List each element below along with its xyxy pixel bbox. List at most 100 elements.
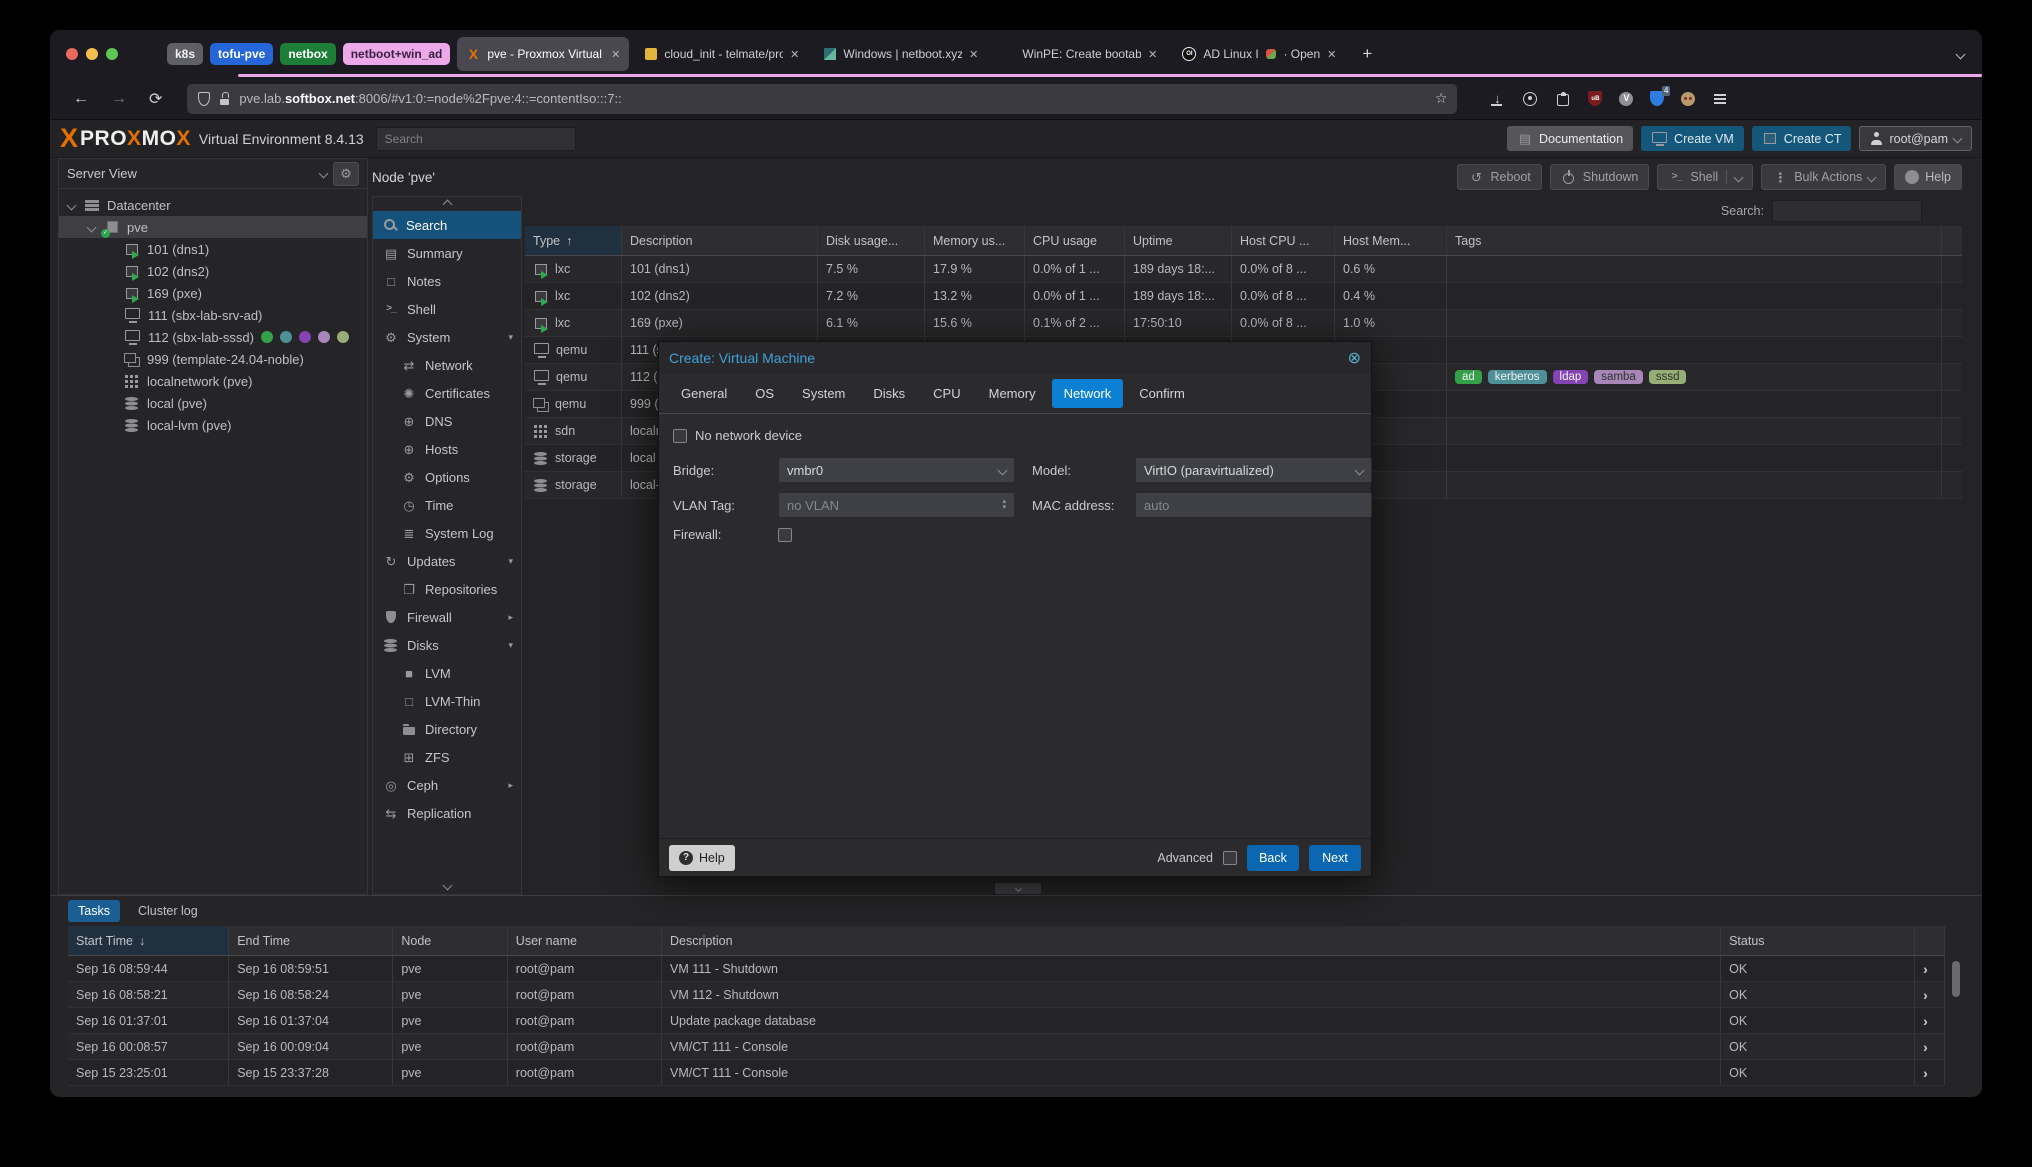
new-tab-button[interactable]: + xyxy=(1352,44,1382,64)
task-row[interactable]: Sep 16 08:59:44 Sep 16 08:59:51 pve root@pa… xyxy=(68,956,1945,982)
create-vm-button[interactable]: Create VM xyxy=(1641,126,1744,151)
spinner-icons[interactable]: ▴ ▾ xyxy=(1002,498,1006,511)
close-icon[interactable]: ⊗ xyxy=(1348,348,1361,368)
forward-icon[interactable]: → xyxy=(100,90,138,108)
shutdown-button[interactable]: Shutdown xyxy=(1549,164,1650,190)
dialog-tab-confirm[interactable]: Confirm xyxy=(1127,379,1197,408)
nav-item-system-log[interactable]: ≣ System Log xyxy=(373,519,521,547)
column-header-user-name[interactable]: User name xyxy=(508,926,663,955)
column-header-memory-us-[interactable]: Memory us... xyxy=(925,226,1025,255)
global-search-input[interactable] xyxy=(375,126,576,151)
chevron-right-icon[interactable]: › xyxy=(1923,1065,1928,1081)
bookmark-star-icon[interactable]: ☆ xyxy=(1435,90,1448,107)
tree-item-169[interactable]: 169 (pxe) xyxy=(59,282,367,304)
table-row[interactable]: lxc 169 (pxe) 6.1 % 15.6 % 0.1% of 2 ... 17:5… xyxy=(525,310,1962,337)
nav-item-time[interactable]: ◷ Time xyxy=(373,491,521,519)
nav-item-search[interactable]: Search xyxy=(373,211,521,239)
nav-item-firewall[interactable]: Firewall ▸ xyxy=(373,603,521,631)
tab-windows[interactable]: Windows | netboot.xyz ✕ xyxy=(815,37,987,71)
scroll-up-hint[interactable] xyxy=(373,197,521,211)
dialog-tab-cpu[interactable]: CPU xyxy=(921,379,972,408)
table-search-input[interactable] xyxy=(1772,200,1922,222)
column-header-node[interactable]: Node xyxy=(393,926,508,955)
expand-cell[interactable]: › xyxy=(1915,1034,1945,1059)
nav-item-replication[interactable]: ⇆ Replication xyxy=(373,799,521,827)
create-ct-button[interactable]: Create CT xyxy=(1751,126,1852,151)
nav-item-ceph[interactable]: ◎ Ceph ▸ xyxy=(373,771,521,799)
model-select[interactable]: VirtIO (paravirtualized) xyxy=(1135,457,1372,483)
nav-item-notes[interactable]: □ Notes xyxy=(373,267,521,295)
reload-icon[interactable]: ⟳ xyxy=(138,89,173,109)
nav-item-system[interactable]: ⚙ System ▾ xyxy=(373,323,521,351)
dialog-tab-os[interactable]: OS xyxy=(743,379,786,408)
column-header-start-time[interactable]: Start Time ↓ xyxy=(68,926,230,955)
menu-icon[interactable] xyxy=(1712,91,1728,106)
tab-adlinux[interactable]: OI AD Linux Integration · Open ✕ xyxy=(1173,37,1345,71)
url-bar[interactable]: pve.lab.softbox.net:8006/#v1:0:=node%2Fp… xyxy=(187,83,1458,114)
minimize-window-button[interactable] xyxy=(86,48,98,60)
nav-item-updates[interactable]: ↻ Updates ▾ xyxy=(373,547,521,575)
chevron-right-icon[interactable]: › xyxy=(1923,961,1928,977)
tree-view-selector[interactable]: Server View ⚙ xyxy=(59,159,367,189)
vimium-icon[interactable]: V xyxy=(1619,91,1634,106)
tab-group-netbox[interactable]: netbox xyxy=(280,43,336,65)
column-header-end-time[interactable]: End Time xyxy=(229,926,394,955)
tab-cloudinit[interactable]: cloud_init - telmate/proxmox - C ✕ xyxy=(636,37,808,71)
close-tab-icon[interactable]: ✕ xyxy=(611,48,620,61)
documentation-button[interactable]: ▤ Documentation xyxy=(1506,126,1634,151)
nav-item-directory[interactable]: Directory xyxy=(373,715,521,743)
table-row[interactable]: lxc 102 (dns2) 7.2 % 13.2 % 0.0% of 1 ... 189… xyxy=(525,283,1962,310)
nav-item-lvm-thin[interactable]: □ LVM-Thin xyxy=(373,687,521,715)
column-header-host-cpu-[interactable]: Host CPU ... xyxy=(1232,226,1335,255)
vlan-tag-input[interactable]: no VLAN ▴ ▾ xyxy=(778,492,1015,518)
column-header-host-mem-[interactable]: Host Mem... xyxy=(1335,226,1447,255)
column-header-status[interactable]: Status xyxy=(1721,926,1916,955)
tasks-scrollbar[interactable] xyxy=(1952,961,1960,997)
lock-icon[interactable] xyxy=(218,91,231,106)
chevron-right-icon[interactable]: › xyxy=(1923,987,1928,1003)
tree-item-101[interactable]: 101 (dns1) xyxy=(59,238,367,260)
column-header-description[interactable]: Description xyxy=(662,926,1722,955)
tree-item-local-lvm[interactable]: local-lvm (pve) xyxy=(59,414,367,436)
firewall-checkbox[interactable] xyxy=(778,527,792,542)
tampermonkey-icon[interactable] xyxy=(1681,91,1696,106)
tree-item-local[interactable]: local (pve) xyxy=(59,392,367,414)
back-button[interactable]: Back xyxy=(1247,844,1299,871)
tab-group-netboot+win_ad[interactable]: netboot+win_ad xyxy=(342,43,451,65)
tree-item-localnetwork[interactable]: localnetwork (pve) xyxy=(59,370,367,392)
tree-item-Datacenter[interactable]: Datacenter xyxy=(59,194,367,216)
tree-item-999[interactable]: 999 (template-24.04-noble) xyxy=(59,348,367,370)
zoom-window-button[interactable] xyxy=(106,48,118,60)
column-header-disk-usage-[interactable]: Disk usage... xyxy=(818,226,925,255)
close-window-button[interactable] xyxy=(66,48,78,60)
tab-overflow-chevron-icon[interactable] xyxy=(1955,45,1966,63)
tree-item-pve[interactable]: pve xyxy=(59,216,367,238)
tab-winpe[interactable]: WinPE: Create bootable media | ✕ xyxy=(994,37,1166,71)
nav-item-shell[interactable]: >_ Shell xyxy=(373,295,521,323)
dialog-tab-memory[interactable]: Memory xyxy=(977,379,1048,408)
column-header-description[interactable]: Description xyxy=(622,226,818,255)
expand-cell[interactable]: › xyxy=(1915,1008,1945,1033)
mac-address-input[interactable]: auto xyxy=(1135,492,1372,518)
nav-item-zfs[interactable]: ⊞ ZFS xyxy=(373,743,521,771)
bulk-actions-button[interactable]: Bulk Actions xyxy=(1761,164,1887,190)
close-tab-icon[interactable]: ✕ xyxy=(1327,48,1336,61)
user-menu-button[interactable]: root@pam xyxy=(1859,126,1972,151)
no-network-device-checkbox[interactable] xyxy=(673,428,687,443)
dialog-tab-disks[interactable]: Disks xyxy=(861,379,917,408)
tasks-tab-tasks[interactable]: Tasks xyxy=(68,900,120,922)
nav-item-lvm[interactable]: ■ LVM xyxy=(373,659,521,687)
extensions-icon[interactable] xyxy=(1555,91,1571,106)
column-header-cpu-usage[interactable]: CPU usage xyxy=(1025,226,1125,255)
downloads-icon[interactable] xyxy=(1489,91,1505,106)
ublock-icon[interactable]: uB xyxy=(1588,91,1603,106)
back-icon[interactable]: ← xyxy=(62,90,100,108)
tab-active[interactable]: Xpve - Proxmox Virtual Environme ✕ xyxy=(457,37,630,71)
tab-group-k8s[interactable]: k8s xyxy=(167,43,204,65)
nav-item-repositories[interactable]: ❐ Repositories xyxy=(373,575,521,603)
tracking-shield-icon[interactable] xyxy=(197,91,210,106)
nav-item-hosts[interactable]: ⊕ Hosts xyxy=(373,435,521,463)
scroll-down-hint[interactable] xyxy=(373,878,521,892)
shell-button[interactable]: >_ Shell xyxy=(1657,164,1754,190)
close-tab-icon[interactable]: ✕ xyxy=(1148,48,1157,61)
